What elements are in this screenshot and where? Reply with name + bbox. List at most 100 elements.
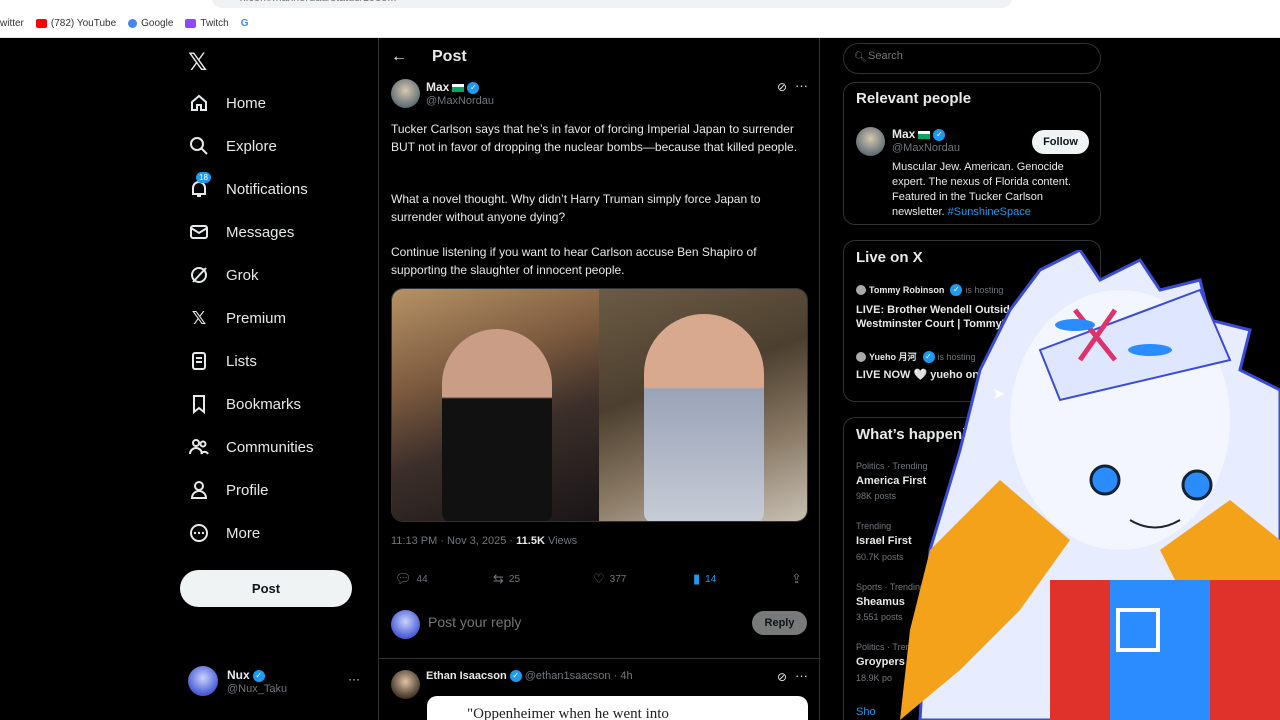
author-name[interactable]: Max ✓ [426,80,480,94]
bookmark-count: 14 [705,573,717,585]
search-input[interactable] [868,50,1088,62]
video-frame-right [599,289,807,521]
search-box[interactable]: 🔍︎ [843,43,1101,74]
reply-author-name[interactable]: Ethan Isaacson [426,670,507,682]
bookmark-youtube[interactable]: (782) YouTube [35,18,116,29]
avatar[interactable] [391,670,420,699]
search-icon [188,135,210,157]
reply-action[interactable]: 💬︎ 44 [395,571,428,587]
grok-icon[interactable]: ⊘ [777,670,787,684]
bookmark-google[interactable]: Google [128,18,173,29]
nav-messages[interactable]: Messages [188,219,294,245]
post-detail: ← Post Max ✓ @MaxNordau ⊘ ··· Tucker Carl… [378,38,821,720]
nav-communities[interactable]: Communities [188,434,314,460]
bookmark-twitter[interactable]: witter [0,18,24,29]
nav-grok[interactable]: Grok [188,262,259,288]
nav-more[interactable]: More [188,520,260,546]
nav-lists[interactable]: Lists [188,348,257,374]
verified-icon: ✓ [933,128,946,141]
more-dots-icon[interactable]: ··· [348,672,360,686]
x-logo-icon[interactable]: 𝕏 [188,48,207,77]
x-icon: 𝕏 [191,307,207,328]
share-action[interactable]: ⇪ [791,571,802,587]
bookmarks-bar: witter (782) YouTube Google Twitch G [0,14,249,32]
nav-label: Notifications [226,180,308,198]
back-arrow-icon[interactable]: ← [391,48,407,66]
google-icon [128,18,138,28]
nav-notifications[interactable]: 18 Notifications [188,172,308,202]
avatar[interactable] [391,79,420,108]
nav-explore[interactable]: Explore [188,133,277,159]
bookmark-label: Google [141,17,174,29]
verified-icon: ✓ [509,670,522,683]
share-icon: ⇪ [791,571,802,586]
avatar [188,666,218,696]
bookmark-twitch[interactable]: Twitch [185,18,229,29]
video-frame-left [392,289,599,521]
list-icon [188,350,210,372]
trend-meta: Trending [856,521,892,531]
like-action[interactable]: ♡ 377 [593,571,626,587]
account-name: Nux ✓ [227,668,265,682]
page-title: Post [432,48,467,65]
bookmark-action[interactable]: ▮ 14 [693,571,716,587]
more-dots-icon[interactable]: ··· [795,668,808,683]
reply-image[interactable]: "Oppenheimer when he went into [427,696,808,720]
notification-badge: 18 [196,172,211,183]
vtuber-avatar-overlay [900,250,1280,720]
nav-home[interactable]: Home [188,90,266,116]
home-icon [188,92,210,114]
nav-label: Bookmarks [226,395,302,413]
google-icon: G [240,17,249,29]
trend-name[interactable]: Groypers [856,656,905,668]
bell-icon: 18 [188,172,211,200]
account-handle: @Nux_Taku [227,683,288,695]
author-handle[interactable]: @MaxNordau [426,95,494,107]
grok-icon [188,264,210,286]
relevant-people-panel: Relevant people Max ✓ @MaxNordau Follow M… [843,82,1101,225]
twitch-icon [185,18,197,28]
browser-chrome: x.com/maxnordau/status/1985... witter (7… [0,0,1280,38]
person-icon [188,479,210,501]
repost-icon: ⇆ [493,571,504,586]
reply-button[interactable]: Reply [752,611,807,635]
person-name[interactable]: Max ✓ [892,127,946,141]
reply-input[interactable] [428,614,728,630]
trend-name[interactable]: Sheamus [856,596,905,608]
avatar[interactable] [856,127,885,156]
bookmark-google-2[interactable]: G [241,18,249,29]
reply-author-handle: @ethan1saacson · 4h [524,670,633,682]
nav-label: Profile [226,481,269,499]
video-media[interactable] [391,288,808,522]
more-dots-icon[interactable]: ··· [795,78,808,93]
grok-icon[interactable]: ⊘ [777,80,787,94]
nav-profile[interactable]: Profile [188,477,269,503]
trend-count: 3,551 posts [856,612,903,622]
follow-button[interactable]: Follow [1032,130,1089,154]
address-bar[interactable]: x.com/maxnordau/status/1985... [212,0,1012,8]
flag-icon [452,83,465,92]
left-nav: 𝕏 Home Explore 18 Notifications Messages… [0,38,378,720]
person-bio: Muscular Jew. American. Genocide expert.… [892,160,1092,220]
verified-icon: ✓ [467,81,480,94]
avatar [856,351,866,362]
show-more-link[interactable]: Sho [856,706,876,718]
post-button[interactable]: Post [180,570,352,607]
post-text-paragraph: Continue listening if you want to hear C… [391,245,757,277]
nav-label: Explore [226,137,277,155]
repost-action[interactable]: ⇆ 25 [493,571,520,587]
avatar [391,610,420,639]
mouse-cursor-icon: ➤ [992,386,1006,403]
nav-premium[interactable]: 𝕏 Premium [188,305,286,331]
person-handle[interactable]: @MaxNordau [892,142,960,154]
hashtag-link[interactable]: #SunshineSpace [948,206,1031,218]
nav-bookmarks[interactable]: Bookmarks [188,391,301,417]
heart-icon: ♡ [593,571,605,586]
reply-count: 44 [416,573,428,585]
views-count: 11.5K [516,535,545,547]
trend-count: 60.7K posts [856,552,904,562]
repost-count: 25 [508,573,521,585]
youtube-icon [35,18,47,28]
account-switcher[interactable]: Nux ✓ @Nux_Taku ··· [188,666,368,700]
timestamp-text: 11:13 PM · Nov 3, 2025 · [391,535,517,547]
